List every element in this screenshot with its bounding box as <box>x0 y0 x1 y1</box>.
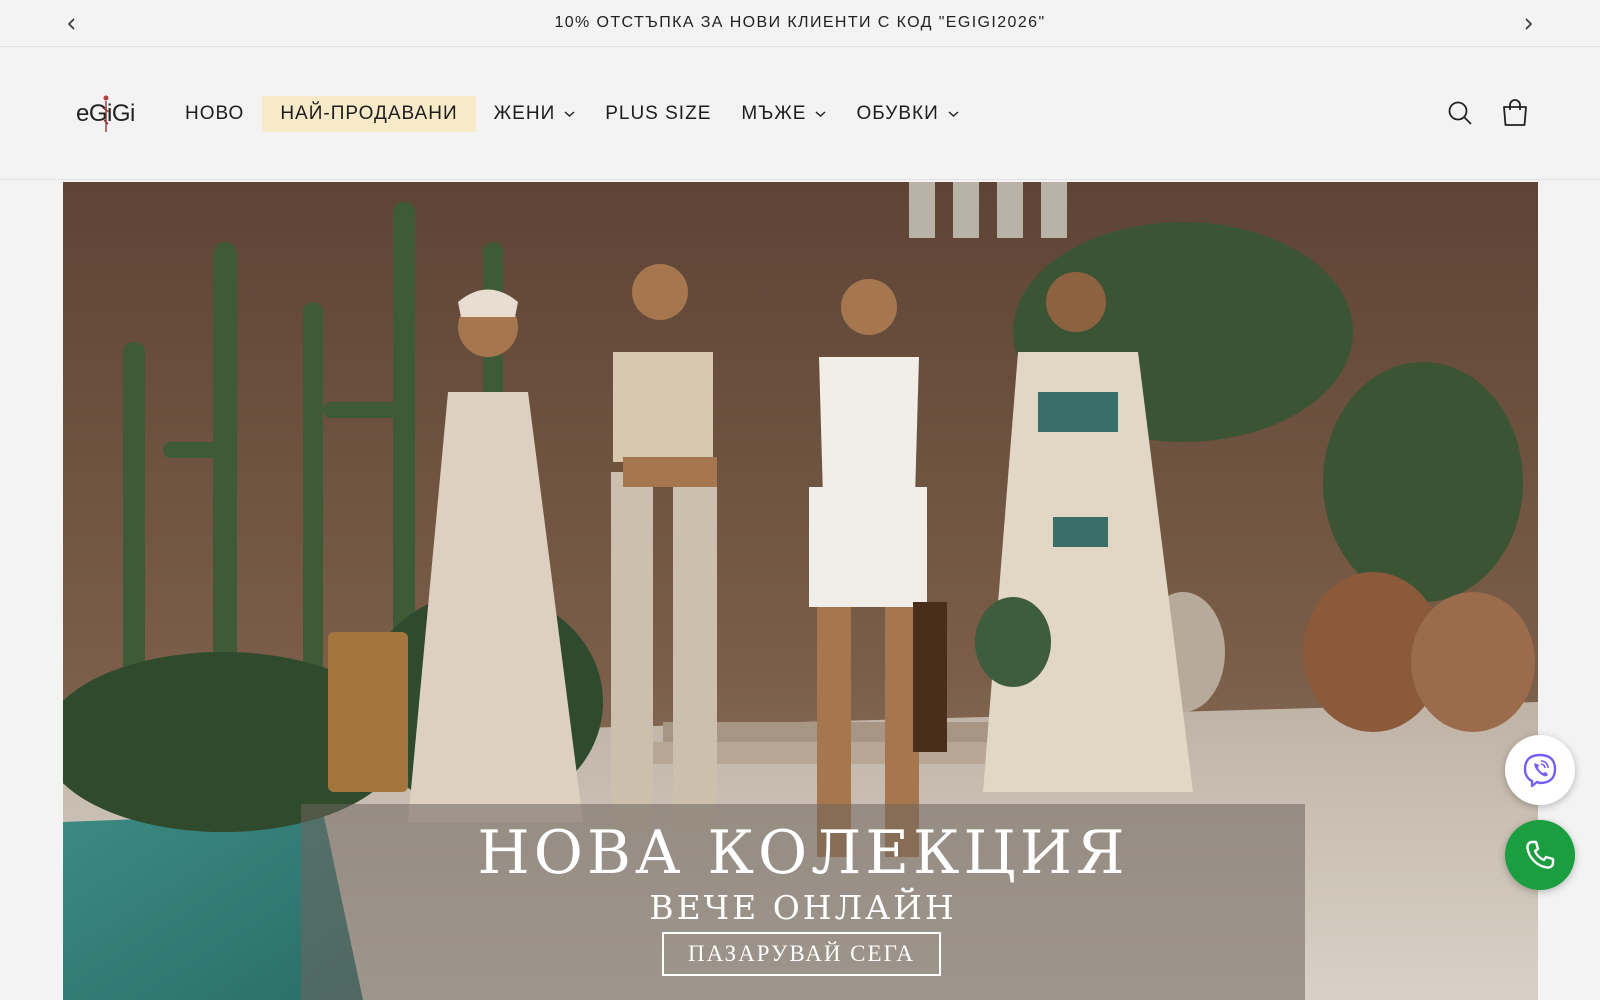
shop-now-button[interactable]: ПАЗАРУВАЙ СЕГА <box>662 932 941 976</box>
main-nav: НОВО НАЙ-ПРОДАВАНИ ЖЕНИ PLUS SIZE МЪЖЕ О… <box>170 94 974 134</box>
nav-label: НАЙ-ПРОДАВАНИ <box>280 103 458 124</box>
announcement-next-button[interactable] <box>1514 10 1542 38</box>
search-button[interactable] <box>1442 95 1478 131</box>
chevron-down-icon <box>948 111 959 118</box>
phone-icon <box>1526 840 1555 869</box>
announcement-prev-button[interactable] <box>58 10 86 38</box>
nav-item-shoes[interactable]: ОБУВКИ <box>841 96 973 132</box>
site-header: eGiGi НОВО НАЙ-ПРОДАВАНИ ЖЕНИ PLUS SIZE … <box>0 48 1600 180</box>
chevron-down-icon <box>564 111 575 118</box>
nav-item-women[interactable]: ЖЕНИ <box>479 96 591 132</box>
hero-subtitle: ВЕЧЕ ОНЛАЙН <box>649 888 957 927</box>
nav-item-plus-size[interactable]: PLUS SIZE <box>590 96 726 132</box>
hero-text-overlay: НОВА КОЛЕКЦИЯ ВЕЧЕ ОНЛАЙН ПАЗАРУВАЙ СЕГА <box>301 804 1305 1000</box>
cart-icon <box>1503 99 1527 126</box>
announcement-text: 10% ОТСТЪПКА ЗА НОВИ КЛИЕНТИ С КОД "EGIG… <box>554 14 1046 31</box>
chevron-left-icon <box>67 18 75 30</box>
phone-button[interactable] <box>1505 820 1575 890</box>
nav-label: ОБУВКИ <box>856 103 939 124</box>
nav-label: НОВО <box>185 103 245 124</box>
logo-figure-icon <box>102 95 110 132</box>
nav-item-men[interactable]: МЪЖЕ <box>726 96 841 132</box>
search-icon <box>1448 101 1472 125</box>
hero-banner[interactable]: НОВА КОЛЕКЦИЯ ВЕЧЕ ОНЛАЙН ПАЗАРУВАЙ СЕГА <box>63 182 1538 1000</box>
nav-label: PLUS SIZE <box>605 103 712 124</box>
logo[interactable]: eGiGi <box>76 92 140 136</box>
viber-button[interactable] <box>1505 735 1575 805</box>
chevron-right-icon <box>1525 18 1533 30</box>
hero-title: НОВА КОЛЕКЦИЯ <box>477 818 1129 888</box>
announcement-bar: 10% ОТСТЪПКА ЗА НОВИ КЛИЕНТИ С КОД "EGIG… <box>0 0 1600 47</box>
cart-button[interactable] <box>1497 95 1533 131</box>
nav-label: МЪЖЕ <box>741 103 807 124</box>
nav-item-new[interactable]: НОВО <box>170 96 259 132</box>
nav-item-bestsellers[interactable]: НАЙ-ПРОДАВАНИ <box>262 96 476 132</box>
viber-icon <box>1523 753 1557 788</box>
chevron-down-icon <box>815 111 826 118</box>
nav-label: ЖЕНИ <box>493 103 556 124</box>
